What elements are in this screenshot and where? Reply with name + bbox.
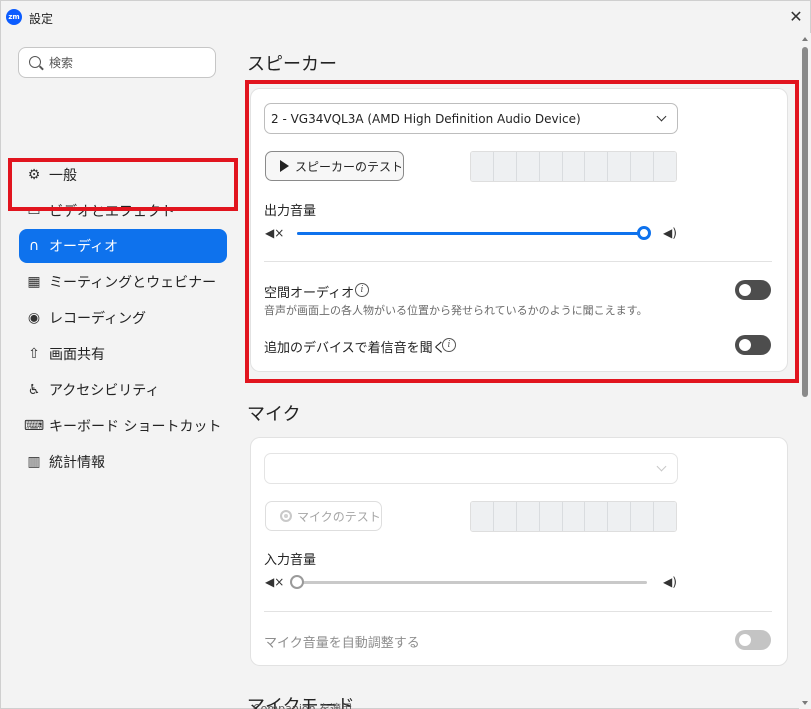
settings-window: zm 設定 ✕ ⚙ 一般 ▭ ビデオとエフェクト ∩ オーディオ ▦ ミーティン… (0, 0, 811, 709)
auto-adjust-mic-label: マイク音量を自動調整する (264, 636, 420, 651)
zoom-logo-icon: zm (6, 9, 22, 25)
scroll-thumb[interactable] (802, 47, 808, 397)
sidebar-item-statistics[interactable]: ▥ 統計情報 (19, 445, 227, 479)
sidebar-item-audio[interactable]: ∩ オーディオ (19, 229, 227, 263)
sidebar-item-label: 統計情報 (49, 455, 105, 471)
record-dot-icon (280, 510, 292, 522)
sidebar-item-label: 画面共有 (49, 347, 105, 363)
partial-setting-text: Companion を適用 (253, 702, 353, 709)
microphone-level-meter (470, 501, 677, 532)
sidebar-item-recording[interactable]: ◉ レコーディング (19, 301, 227, 335)
test-microphone-label: マイクのテスト (297, 509, 381, 524)
input-volume-track[interactable] (297, 581, 647, 584)
volume-mute-icon: ◀× (265, 575, 285, 589)
scroll-up-arrow-icon[interactable] (802, 37, 808, 41)
microphone-section-title: マイク (247, 404, 301, 425)
sidebar-item-accessibility[interactable]: ♿ アクセシビリティ (19, 373, 227, 407)
window-title: 設定 (29, 12, 54, 26)
accessibility-icon: ♿ (27, 382, 41, 398)
sidebar-item-label: オーディオ (49, 239, 119, 255)
test-microphone-button[interactable]: マイクのテスト (265, 501, 382, 531)
auto-adjust-mic-toggle[interactable] (735, 630, 771, 650)
speaker-section-title: スピーカー (247, 54, 337, 75)
sidebar-item-meetings-webinars[interactable]: ▦ ミーティングとウェビナー (19, 265, 227, 299)
sidebar-item-label: アクセシビリティ (49, 383, 160, 399)
screen-share-icon: ⇧ (28, 346, 40, 362)
keyboard-icon: ⌨ (23, 418, 45, 434)
title-bar: zm 設定 ✕ (1, 1, 810, 33)
scroll-down-arrow-icon[interactable] (802, 701, 808, 705)
volume-high-icon: ◀) (663, 575, 677, 589)
headphones-icon: ∩ (28, 238, 40, 254)
sidebar-item-label: キーボード ショートカット (49, 419, 222, 435)
search-box[interactable] (18, 47, 216, 78)
chevron-down-icon (656, 461, 667, 472)
sidebar-item-screen-share[interactable]: ⇧ 画面共有 (19, 337, 227, 371)
sidebar-item-keyboard-shortcuts[interactable]: ⌨ キーボード ショートカット (19, 409, 227, 443)
sidebar-item-label: ミーティングとウェビナー (49, 275, 217, 291)
record-icon: ◉ (27, 310, 41, 326)
meeting-icon: ▦ (27, 274, 41, 290)
sidebar-item-label: レコーディング (49, 311, 147, 327)
statistics-icon: ▥ (27, 454, 41, 470)
highlight-box-audio (8, 158, 238, 211)
search-input[interactable] (49, 53, 209, 73)
highlight-box-speaker (245, 80, 799, 383)
microphone-divider (264, 611, 772, 612)
input-volume-slider-thumb[interactable] (290, 575, 304, 589)
close-button[interactable]: ✕ (786, 7, 806, 27)
microphone-device-select[interactable] (264, 453, 678, 484)
search-icon (29, 56, 41, 68)
input-volume-label: 入力音量 (264, 553, 317, 568)
sidebar (1, 33, 233, 709)
scrollbar[interactable] (799, 33, 811, 709)
